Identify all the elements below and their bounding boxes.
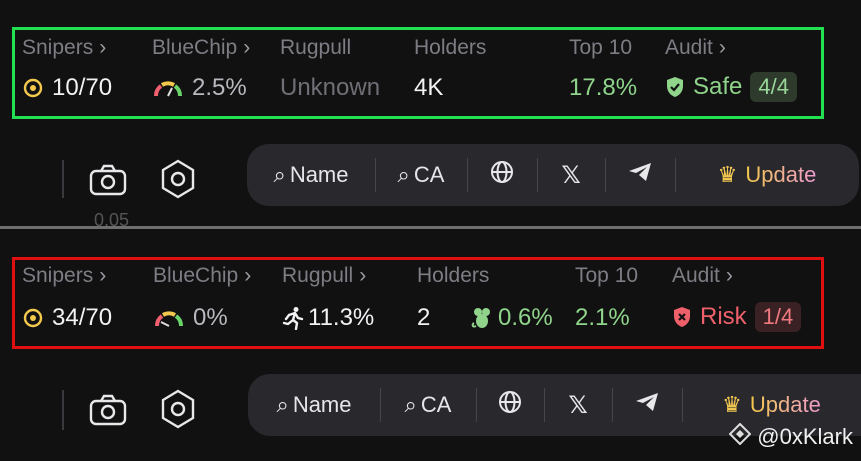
x-logo-icon: 𝕏 — [561, 161, 581, 189]
camera-icon[interactable] — [88, 390, 128, 430]
search-toolbar: ⌕ Name ⌕ CA 𝕏 ♛ Update — [247, 144, 859, 206]
snipers-value: 10/70 — [22, 74, 112, 102]
globe-icon — [498, 390, 522, 420]
holders-extra-value: 0.6% — [470, 304, 553, 332]
shield-x-icon — [672, 306, 692, 328]
telegram-button[interactable] — [612, 374, 682, 436]
chevron-right-icon: › — [718, 36, 726, 59]
search-icon: ⌕ — [404, 392, 417, 417]
top10-label: Top 10 — [569, 36, 633, 59]
target-icon — [22, 307, 44, 329]
crown-icon: ♛ — [722, 392, 742, 417]
divider — [62, 390, 64, 430]
gauge-icon — [152, 78, 184, 98]
running-person-icon — [282, 306, 304, 330]
globe-button[interactable] — [476, 374, 544, 436]
crown-icon: ♛ — [717, 162, 738, 187]
search-name-button[interactable]: ⌕ Name — [247, 144, 375, 206]
target-icon — [22, 77, 44, 99]
rat-icon — [470, 306, 494, 330]
chevron-right-icon: › — [99, 36, 107, 59]
audit-value: Safe 4/4 — [665, 72, 797, 102]
search-icon: ⌕ — [273, 162, 286, 187]
top10-value: 2.1% — [575, 304, 630, 331]
rugpull-label[interactable]: Rugpull › — [282, 264, 366, 288]
bluechip-value: 0% — [153, 304, 228, 332]
audit-label[interactable]: Audit › — [672, 264, 733, 288]
snipers-value: 34/70 — [22, 304, 112, 332]
chevron-right-icon: › — [243, 36, 251, 59]
x-button[interactable]: 𝕏 — [544, 374, 612, 436]
gauge-icon — [153, 308, 185, 328]
stub-text: 0.05 — [94, 210, 130, 226]
panel-divider — [0, 226, 861, 229]
divider — [62, 160, 64, 198]
shield-check-icon — [665, 76, 685, 98]
rugpull-value: Unknown — [280, 74, 381, 101]
update-button[interactable]: ♛ Update — [675, 144, 859, 206]
telegram-icon — [634, 391, 660, 419]
chevron-right-icon: › — [244, 264, 252, 287]
watermark: @0xKlark — [728, 422, 853, 451]
globe-icon — [490, 160, 514, 190]
top10-value: 17.8% — [569, 74, 638, 101]
search-icon: ⌕ — [397, 162, 410, 187]
rugpull-label: Rugpull — [280, 36, 352, 59]
audit-value: Risk 1/4 — [672, 302, 802, 332]
camera-icon[interactable] — [88, 160, 128, 200]
snipers-label[interactable]: Snipers › — [22, 264, 106, 288]
audit-score-badge: 4/4 — [750, 72, 797, 102]
search-icon: ⌕ — [276, 392, 289, 417]
settings-hexagon-icon[interactable] — [158, 388, 198, 430]
search-ca-button[interactable]: ⌕ CA — [375, 144, 467, 206]
chevron-right-icon: › — [99, 264, 107, 287]
snipers-label[interactable]: Snipers › — [22, 36, 106, 60]
globe-button[interactable] — [467, 144, 537, 206]
audit-score-badge: 1/4 — [754, 302, 802, 332]
binance-diamond-icon — [728, 422, 752, 451]
holders-value: 2 — [417, 304, 431, 331]
chevron-right-icon: › — [359, 264, 367, 287]
chevron-right-icon: › — [725, 264, 733, 287]
rugpull-value: 11.3% — [282, 304, 374, 332]
telegram-button[interactable] — [605, 144, 675, 206]
top10-label: Top 10 — [575, 264, 639, 287]
search-ca-button[interactable]: ⌕ CA — [380, 374, 476, 436]
holders-value: 4K — [414, 74, 444, 101]
token-panel-safe: Snipers › BlueChip › Rugpull Holders Top 1… — [0, 0, 861, 228]
search-name-button[interactable]: ⌕ Name — [248, 374, 380, 436]
x-logo-icon: 𝕏 — [568, 391, 588, 419]
audit-label[interactable]: Audit › — [665, 36, 726, 60]
x-button[interactable]: 𝕏 — [537, 144, 605, 206]
telegram-icon — [627, 161, 653, 189]
settings-hexagon-icon[interactable] — [158, 158, 198, 200]
bluechip-value: 2.5% — [152, 74, 247, 102]
holders-label: Holders — [414, 36, 487, 59]
bluechip-label[interactable]: BlueChip › — [152, 36, 250, 60]
holders-label: Holders — [417, 264, 490, 287]
bluechip-label[interactable]: BlueChip › — [153, 264, 251, 288]
